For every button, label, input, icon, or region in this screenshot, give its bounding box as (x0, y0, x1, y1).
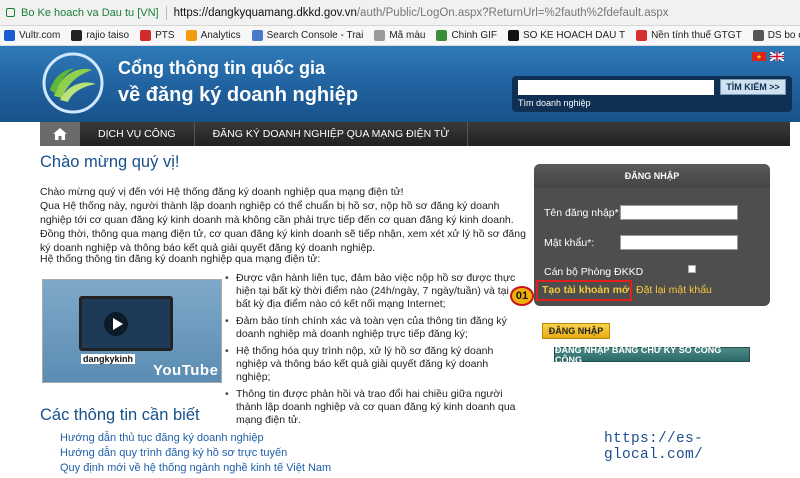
intro-paragraph: Chào mừng quý vị đến với Hệ thống đăng k… (40, 186, 404, 198)
language-flags (752, 52, 784, 61)
url-text[interactable]: https://dangkyquamang.dkkd.gov.vn/auth/P… (174, 7, 669, 19)
bookmark-item[interactable]: Mã màu (374, 30, 425, 41)
bookmark-label: Chinh GIF (451, 30, 498, 41)
bookmark-icon (636, 30, 648, 41)
bookmark-icon (71, 30, 83, 41)
bookmark-icon (374, 30, 386, 41)
bookmark-label: Search Console - Trai (266, 30, 364, 41)
play-icon[interactable] (104, 312, 128, 336)
bookmark-item[interactable]: DS bo cai misa (752, 30, 800, 41)
bookmark-icon (251, 30, 263, 41)
bookmark-icon (436, 30, 448, 41)
search-button[interactable]: TÌM KIẾM >> (720, 79, 786, 95)
portal-title-line1: Cổng thông tin quốc gia (118, 58, 325, 78)
guide-link-online-process[interactable]: Hướng dẫn quy trình đăng ký hồ sơ trực t… (60, 447, 287, 459)
intro-video[interactable]: dangkykinh YouTube (42, 279, 222, 383)
portal-title-line2: về đăng ký doanh nghiệp (118, 84, 359, 106)
watermark-url: https://es-glocal.com/ (604, 431, 704, 463)
bookmark-label: rajio taiso (86, 30, 130, 41)
site-header: Cổng thông tin quốc gia về đăng ký doanh… (0, 46, 800, 122)
search-panel: TÌM KIẾM >> Tìm doanh nghiệp (512, 76, 792, 112)
bookmark-icon (752, 30, 764, 41)
nav-item-online-registration[interactable]: ĐĂNG KÝ DOANH NGHIỆP QUA MẠNG ĐIỆN TỬ (195, 122, 469, 146)
bookmark-icon (140, 30, 152, 41)
officer-checkbox[interactable] (688, 265, 696, 273)
password-input[interactable] (620, 235, 738, 250)
features-list: Được vận hành liên tục, đảm bảo việc nộp… (222, 272, 522, 431)
main-nav: DỊCH VỤ CÔNG ĐĂNG KÝ DOANH NGHIỆP QUA MẠ… (40, 122, 790, 146)
forgot-password-link[interactable]: Đặt lại mật khẩu (636, 284, 712, 296)
home-icon (53, 128, 67, 140)
bookmark-label: DS bo cai misa (767, 30, 800, 41)
login-title: ĐĂNG NHẬP (534, 164, 770, 188)
nav-item-public-services[interactable]: DỊCH VỤ CÔNG (80, 122, 195, 146)
welcome-heading: Chào mừng quý vị! (40, 153, 180, 171)
bookmark-label: PTS (155, 30, 175, 41)
bookmark-item[interactable]: SO KE HOACH DAU T (508, 30, 625, 41)
home-button[interactable] (40, 122, 80, 146)
bookmark-item[interactable]: Nền tính thuế GTGT (636, 30, 742, 41)
bookmark-label: Vultr.com (19, 30, 61, 41)
bookmark-label: Analytics (200, 30, 241, 41)
bookmark-item[interactable]: Search Console - Trai (251, 30, 364, 41)
guide-link-procedure[interactable]: Hướng dẫn thủ tục đăng ký doanh nghiệp (60, 432, 264, 444)
youtube-logo: YouTube (153, 362, 219, 379)
username-label: Tên đăng nhập*: (544, 207, 622, 219)
info-heading: Các thông tin cần biết (40, 406, 200, 424)
system-heading: Hệ thống thông tin đăng ký doanh nghiệp … (40, 253, 321, 265)
login-button[interactable]: ĐĂNG NHẬP (542, 323, 610, 339)
list-item: Được vận hành liên tục, đảm bảo việc nộp… (222, 272, 522, 311)
description-paragraph: Qua Hệ thống này, người thành lập doanh … (40, 200, 526, 254)
bookmark-item[interactable]: rajio taiso (71, 30, 129, 41)
digital-signature-login-button[interactable]: ĐĂNG NHẬP BẰNG CHỮ KÝ SỐ CÔNG CỘNG (554, 345, 750, 365)
video-screen (79, 296, 173, 351)
list-item: Đảm bảo tính chính xác và toàn vẹn của t… (222, 315, 522, 341)
username-input[interactable] (620, 205, 738, 220)
bookmark-icon (4, 30, 15, 41)
officer-label: Cán bộ Phòng ĐKKD (544, 266, 644, 278)
address-bar[interactable]: Bo Ke hoach va Dau tu [VN] https://dangk… (0, 0, 800, 26)
search-input[interactable] (518, 80, 714, 95)
bookmark-label: Mã màu (389, 30, 426, 41)
password-label: Mật khẩu*: (544, 237, 595, 249)
step-badge: 01 (510, 286, 534, 306)
lock-icon (6, 8, 15, 17)
divider (165, 5, 167, 20)
secure-site-label: Bo Ke hoach va Dau tu [VN] (21, 6, 159, 19)
bookmark-icon (508, 30, 520, 41)
bookmark-item[interactable]: PTS (140, 30, 175, 41)
bookmark-icon (185, 30, 197, 41)
site-logo[interactable] (40, 52, 106, 114)
bookmark-item[interactable]: Chinh GIF (436, 30, 497, 41)
highlight-box (536, 280, 632, 301)
list-item: Thông tin được phản hồi và trao đổi hai … (222, 388, 522, 427)
uk-flag-icon[interactable] (770, 52, 784, 61)
bookmark-label: SO KE HOACH DAU T (523, 30, 626, 41)
bookmark-item[interactable]: Analytics (185, 30, 241, 41)
bookmark-item[interactable]: Vultr.com (4, 30, 60, 41)
bookmark-label: Nền tính thuế GTGT (651, 30, 742, 41)
video-label: dangkykinh (81, 354, 136, 364)
vietnam-flag-icon[interactable] (752, 52, 766, 61)
guide-link-industry-codes[interactable]: Quy định mới về hệ thống ngành nghề kinh… (60, 462, 331, 474)
list-item: Hệ thống hóa quy trình nộp, xử lý hồ sơ … (222, 345, 522, 384)
bookmarks-bar: Vultr.com rajio taiso PTS Analytics Search C… (0, 26, 800, 46)
search-label: Tìm doanh nghiệp (518, 98, 591, 108)
